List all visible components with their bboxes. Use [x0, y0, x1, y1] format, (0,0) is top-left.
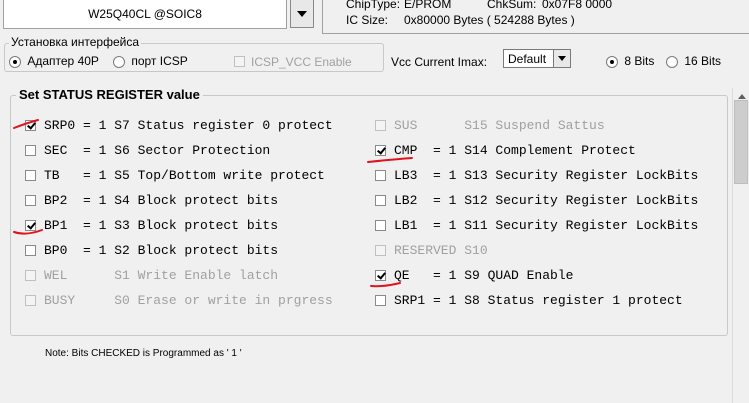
status-register-title: Set STATUS REGISTER value — [16, 87, 203, 102]
status-bit-checkbox[interactable] — [25, 120, 36, 131]
chip-name: W25Q40CL @SOIC8 — [88, 7, 202, 21]
8-bits-radio[interactable]: 8 Bits — [606, 54, 654, 68]
checkbox-icon — [234, 56, 245, 67]
vcc-dropdown-button[interactable] — [553, 50, 570, 67]
status-bit-checkbox — [375, 245, 386, 256]
chip-dropdown-button[interactable] — [290, 0, 314, 28]
status-bit-label: SRP1 = 1 S8 Status register 1 protect — [394, 293, 683, 308]
chip-type-label: ChipType: — [346, 0, 401, 11]
ic-size-value: 0x80000 Bytes ( 524288 Bytes ) — [404, 13, 575, 27]
status-bit-label: QE = 1 S9 QUAD Enable — [394, 268, 574, 283]
radio-unselected-icon — [113, 55, 125, 68]
status-bit-checkbox[interactable] — [375, 145, 386, 156]
status-bit-label: WEL S1 Write Enable latch — [44, 268, 279, 283]
vcc-current-value: Default — [508, 52, 547, 66]
interface-group-title: Установка интерфейса — [9, 35, 142, 49]
status-bit-label: BUSY S0 Erase or write in prgress — [44, 293, 333, 308]
status-bit-checkbox[interactable] — [25, 245, 36, 256]
status-bit-label: BP2 = 1 S4 Block protect bits — [44, 193, 279, 208]
chip-name-field[interactable]: W25Q40CL @SOIC8 — [3, 0, 287, 29]
chip-type-value: E/PROM — [404, 0, 452, 11]
vcc-current-label: Vcc Current Imax: — [391, 55, 488, 69]
radio-selected-icon — [606, 55, 618, 68]
chevron-down-icon — [297, 10, 307, 17]
vcc-current-select[interactable]: Default — [503, 49, 571, 68]
status-bit-label: SEC = 1 S6 Sector Protection — [44, 143, 271, 158]
status-bit-checkbox[interactable] — [25, 170, 36, 181]
programming-note: Note: Bits CHECKED is Programmed as ' 1 … — [45, 348, 242, 359]
status-bit-checkbox[interactable] — [375, 270, 386, 281]
icsp-vcc-enable-label: ICSP_VCC Enable — [251, 55, 352, 69]
adapter-40p-label: Адаптер 40P — [27, 54, 99, 68]
status-bit-label: LB2 = 1 S12 Security Register LockBits — [394, 193, 699, 208]
16-bits-label: 16 Bits — [684, 54, 722, 68]
status-bit-checkbox[interactable] — [375, 220, 386, 231]
icsp-port-radio[interactable]: порт ICSP — [113, 54, 188, 68]
checksum-value: 0x07F8 0000 — [542, 0, 613, 11]
status-bit-label: TB = 1 S5 Top/Bottom write protect — [44, 168, 325, 183]
status-bit-checkbox[interactable] — [375, 295, 386, 306]
adapter-40p-radio[interactable]: Адаптер 40P — [9, 54, 99, 68]
status-bit-checkbox[interactable] — [25, 145, 36, 156]
status-bit-label: LB3 = 1 S13 Security Register LockBits — [394, 168, 699, 183]
icsp-vcc-enable-checkbox[interactable]: ICSP_VCC Enable — [234, 55, 354, 69]
8-bits-label: 8 Bits — [624, 54, 655, 68]
status-bit-checkbox[interactable] — [25, 220, 36, 231]
status-bit-label: BP1 = 1 S3 Block protect bits — [44, 218, 279, 233]
status-bit-checkbox[interactable] — [375, 170, 386, 181]
checksum-label: ChkSum: — [487, 0, 537, 11]
status-bit-label: SRP0 = 1 S7 Status register 0 protect — [44, 118, 333, 133]
status-bit-label: CMP = 1 S14 Complement Protect — [394, 143, 636, 158]
vertical-scrollbar[interactable] — [732, 88, 749, 403]
status-bit-label: RESERVED S10 — [394, 243, 488, 258]
status-bit-checkbox[interactable] — [375, 195, 386, 206]
status-bit-label: SUS S15 Suspend Sattus — [394, 118, 605, 133]
scroll-thumb[interactable] — [734, 100, 748, 184]
radio-selected-icon — [9, 55, 21, 68]
arrow-up-icon — [737, 94, 746, 99]
status-bit-label: LB1 = 1 S11 Security Register LockBits — [394, 218, 699, 233]
status-bit-checkbox — [25, 270, 36, 281]
status-bit-label: BP0 = 1 S2 Block protect bits — [44, 243, 279, 258]
16-bits-radio[interactable]: 16 Bits — [666, 54, 721, 68]
status-bit-checkbox[interactable] — [25, 195, 36, 206]
chevron-down-icon — [558, 56, 566, 61]
status-bit-checkbox — [25, 295, 36, 306]
icsp-port-label: порт ICSP — [131, 54, 188, 68]
ic-size-label: IC Size: — [346, 13, 389, 27]
status-bit-checkbox — [375, 120, 386, 131]
radio-unselected-icon — [666, 55, 678, 68]
